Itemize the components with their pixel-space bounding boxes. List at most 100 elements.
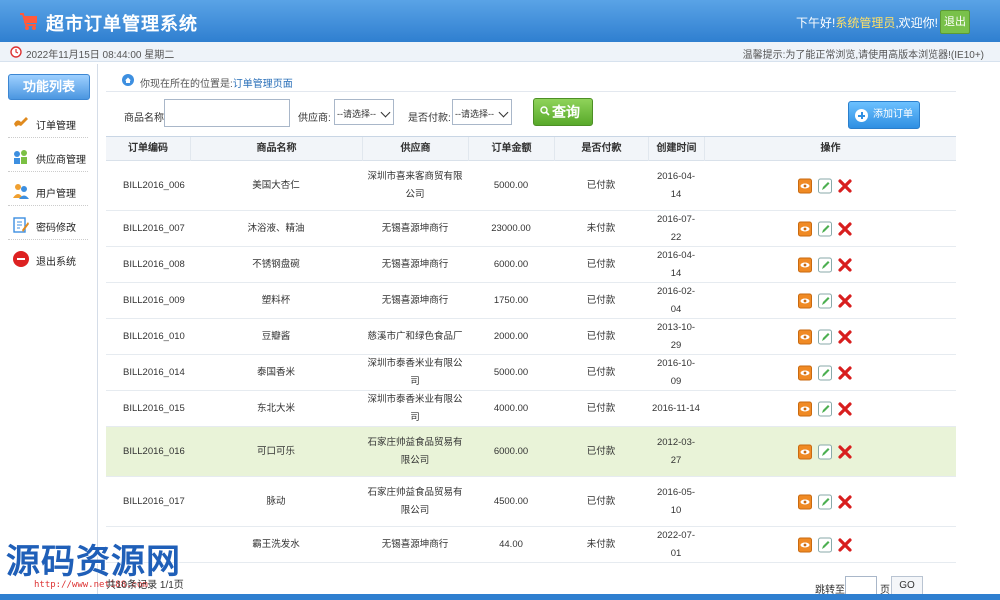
user-role[interactable]: 系统管理员 [835,16,895,30]
main-content: 你现在所在的位置是:订单管理页面 商品名称: 供应商: --请选择-- 是否付款… [106,64,956,600]
product-name: 美国大杏仁 [252,179,300,191]
delete-icon[interactable] [838,365,852,381]
view-icon[interactable] [798,293,812,309]
delete-icon[interactable] [838,494,852,510]
delete-icon[interactable] [838,293,852,309]
creation-date: 2016-05-10 [656,486,696,516]
delete-icon[interactable] [838,221,852,237]
breadcrumb-text: 你现在所在的位置是:订单管理页面 [140,75,293,90]
view-icon[interactable] [798,365,812,381]
sidebar-item-label: 密码修改 [36,223,76,234]
order-amount: 4500.00 [493,495,529,507]
view-icon[interactable] [798,257,812,273]
order-icon [14,117,28,127]
order-code: BILL2016_006 [123,179,185,191]
order-amount: 23000.00 [491,222,531,234]
row-actions [798,494,858,510]
edit-icon[interactable] [818,537,832,553]
app-title: 超市订单管理系统 [46,14,198,34]
view-icon[interactable] [798,221,812,237]
breadcrumb: 你现在所在的位置是:订单管理页面 [106,68,956,92]
delete-icon[interactable] [838,178,852,194]
creation-date: 2016-04-14 [656,170,696,200]
table-row: BILL2016_015 东北大米 深圳市泰香米业有限公司 4000.00 已付款 201… [106,391,956,427]
greeting-text: 下午好! [795,16,836,30]
view-icon[interactable] [798,329,812,345]
product-name: 霸王洗发水 [252,538,300,550]
sidebar-item-label: 订单管理 [36,121,76,132]
order-table: 订单编码 商品名称 供应商 订单金额 是否付款 创建时间 操作 BILL2016… [106,136,956,563]
delete-icon[interactable] [838,444,852,460]
edit-icon[interactable] [818,257,832,273]
creation-date: 2016-07-22 [656,213,696,243]
row-actions [798,221,858,237]
creation-date: 2013-10-29 [656,321,696,351]
paid-select[interactable]: --请选择-- [452,99,512,125]
sidebar-item-users[interactable]: 用户管理 [8,176,88,206]
column-header: 商品名称 [190,137,362,161]
go-button[interactable]: GO [891,576,923,596]
view-icon[interactable] [798,401,812,417]
order-amount: 5000.00 [493,179,529,191]
add-order-button[interactable]: 添加订单 [848,101,920,129]
sidebar-item-label: 用户管理 [36,189,76,200]
record-count: 共10条记录 1/1页 [106,580,184,591]
delete-icon[interactable] [838,329,852,345]
column-header: 创建时间 [648,137,704,161]
table-row: BILL2016_009 塑料杯 无锡喜源坤商行 1750.00 已付款 2016-02-… [106,283,956,319]
table-row: BILL2016_016 可口可乐 石家庄帅益食品贸易有限公司 6000.00 已付款 2… [106,427,956,477]
view-icon[interactable] [798,444,812,460]
sidebar-item-password[interactable]: 密码修改 [8,210,88,240]
clock-icon [10,46,22,58]
table-row: BILL2016_008 不锈钢盘碗 无锡喜源坤商行 6000.00 已付款 2016-0… [106,247,956,283]
order-amount: 2000.00 [493,330,529,342]
provider-select[interactable]: --请选择-- [334,99,394,125]
delete-icon[interactable] [838,257,852,273]
product-name: 脉动 [266,495,286,507]
order-code: BILL2016_017 [123,495,185,507]
creation-date: 2016-11-14 [652,402,700,414]
view-icon[interactable] [798,537,812,553]
order-code: BILL2016_014 [123,366,185,378]
top-bar: 超市订单管理系统 下午好!系统管理员,欢迎你! 退出 [0,0,1000,42]
user-greeting: 下午好!系统管理员,欢迎你! [796,14,938,31]
edit-icon[interactable] [818,401,832,417]
edit-icon[interactable] [818,444,832,460]
logout-button[interactable]: 退出 [940,10,970,34]
product-name: 不锈钢盘碗 [252,258,300,270]
view-icon[interactable] [798,178,812,194]
sidebar-item-label: 供应商管理 [36,155,86,166]
order-amount: 1750.00 [493,294,529,306]
payment-status: 未付款 [586,222,616,234]
query-button[interactable]: 查询 [533,98,593,126]
table-row: BILL2016_017 脉动 石家庄帅益食品贸易有限公司 4500.00 已付款 201… [106,477,956,527]
order-amount: 4000.00 [493,402,529,414]
browser-tip: 温馨提示:为了能正常浏览,请使用高版本浏览器!(IE10+) [742,50,984,61]
edit-icon[interactable] [818,178,832,194]
edit-icon[interactable] [818,365,832,381]
sidebar-item-orders[interactable]: 订单管理 [8,108,88,138]
provider-name: 石家庄帅益食品贸易有限公司 [367,486,463,516]
view-icon[interactable] [798,494,812,510]
table-row: BILL2016_006 美国大杏仁 深圳市喜来客商贸有限公司 5000.00 已付款 2… [106,161,956,211]
sidebar-item-providers[interactable]: 供应商管理 [8,142,88,172]
plus-icon [855,109,868,122]
creation-date: 2016-02-04 [656,285,696,315]
column-header: 订单编码 [128,143,168,154]
edit-icon[interactable] [818,329,832,345]
edit-icon[interactable] [818,293,832,309]
product-name: 可口可乐 [256,445,295,457]
sidebar-item-exit[interactable]: 退出系统 [8,244,88,274]
edit-icon[interactable] [818,221,832,237]
delete-icon[interactable] [838,537,852,553]
welcome-text: ,欢迎你! [895,16,938,30]
payment-status: 已付款 [586,402,616,414]
edit-icon[interactable] [818,494,832,510]
provider-name: 深圳市泰香米业有限公司 [367,357,463,387]
payment-status: 已付款 [586,366,616,378]
provider-select-value: --请选择-- [337,109,376,119]
delete-icon[interactable] [838,401,852,417]
page-number-input[interactable] [845,576,877,596]
product-name-input[interactable] [164,99,290,127]
provider-name: 慈溪市广和绿色食品厂 [367,330,463,342]
